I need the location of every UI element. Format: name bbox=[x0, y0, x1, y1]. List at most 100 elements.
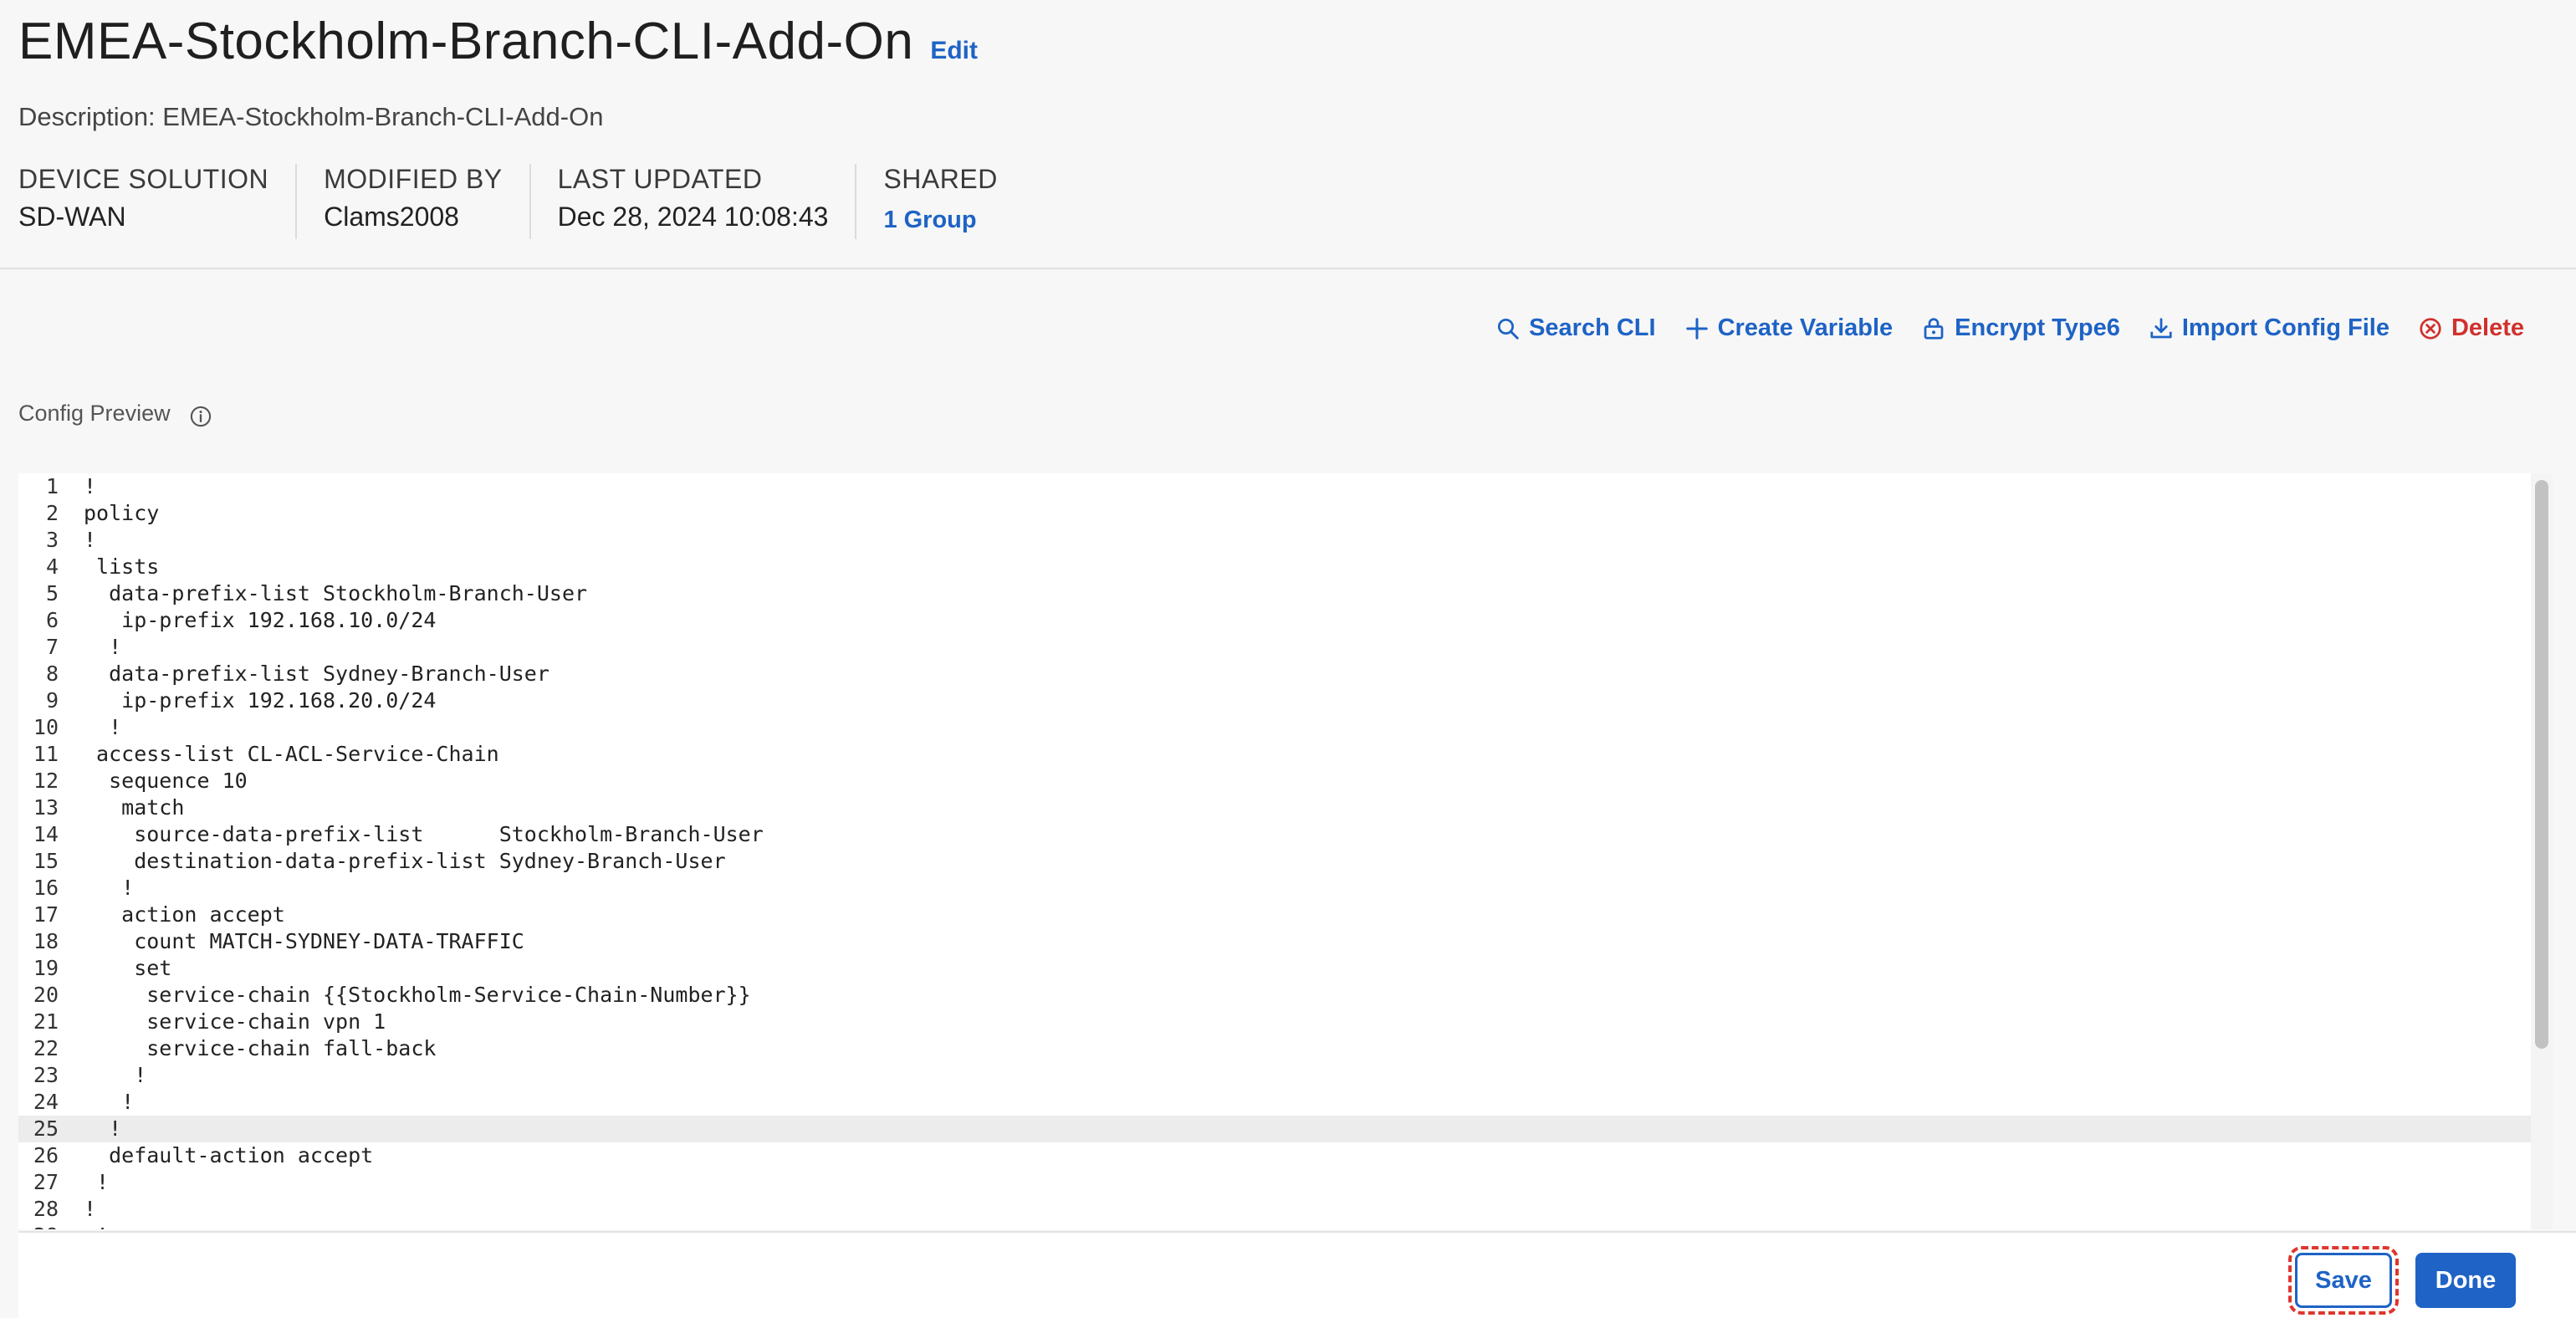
config-preview-heading: Config Preview bbox=[18, 398, 212, 428]
code-line[interactable]: 20 service-chain {{Stockholm-Service-Cha… bbox=[18, 982, 2553, 1009]
code-line[interactable]: 9 ip-prefix 192.168.20.0/24 bbox=[18, 687, 2553, 714]
code-line[interactable]: 21 service-chain vpn 1 bbox=[18, 1009, 2553, 1035]
code-line[interactable]: 15 destination-data-prefix-list Sydney-B… bbox=[18, 848, 2553, 875]
plus-icon bbox=[1685, 317, 1708, 340]
config-preview-label: Config Preview bbox=[18, 400, 171, 426]
code-text: data-prefix-list Stockholm-Branch-User bbox=[84, 581, 588, 605]
create-variable-button[interactable]: Create Variable bbox=[1684, 314, 1893, 342]
meta-last-updated: LAST UPDATED Dec 28, 2024 10:08:43 bbox=[558, 164, 857, 239]
title-row: EMEA-Stockholm-Branch-CLI-Add-On Edit bbox=[18, 12, 978, 71]
line-number: 20 bbox=[33, 983, 59, 1007]
code-text: destination-data-prefix-list Sydney-Bran… bbox=[84, 849, 726, 873]
meta-shared: SHARED 1 Group bbox=[883, 164, 1024, 239]
code-line[interactable]: 1! bbox=[18, 473, 2553, 500]
code-line[interactable]: 12 sequence 10 bbox=[18, 768, 2553, 794]
line-number: 5 bbox=[45, 581, 59, 605]
code-text: ! bbox=[84, 474, 97, 498]
import-config-file-button[interactable]: Import Config File bbox=[2149, 314, 2389, 342]
line-number: 24 bbox=[33, 1090, 59, 1114]
code-text: policy bbox=[84, 501, 160, 525]
done-button[interactable]: Done bbox=[2415, 1253, 2516, 1308]
code-text: access-list CL-ACL-Service-Chain bbox=[84, 742, 499, 766]
code-line[interactable]: 27 ! bbox=[18, 1169, 2553, 1196]
code-text: lists bbox=[84, 554, 160, 579]
line-number: 15 bbox=[33, 849, 59, 873]
meta-row: DEVICE SOLUTION SD-WAN MODIFIED BY Clams… bbox=[18, 164, 1051, 239]
code-line[interactable]: 7 ! bbox=[18, 634, 2553, 661]
edit-link[interactable]: Edit bbox=[930, 37, 978, 65]
search-cli-button[interactable]: Search CLI bbox=[1495, 314, 1656, 342]
code-text: set bbox=[84, 956, 172, 980]
code-text: ! bbox=[84, 715, 122, 739]
code-text: data-prefix-list Sydney-Branch-User bbox=[84, 662, 549, 686]
code-lines: 1! 2 policy 3! 4 lists 5 data-prefix-list Sto… bbox=[18, 473, 2553, 1229]
code-line[interactable]: 23 ! bbox=[18, 1062, 2553, 1089]
download-icon bbox=[2150, 317, 2172, 338]
code-text: count MATCH-SYDNEY-DATA-TRAFFIC bbox=[84, 929, 524, 953]
code-line[interactable]: 13 match bbox=[18, 794, 2553, 821]
code-text: ! bbox=[84, 528, 97, 552]
import-config-label: Import Config File bbox=[2181, 314, 2389, 341]
code-line[interactable]: 11 access-list CL-ACL-Service-Chain bbox=[18, 741, 2553, 768]
code-text: action accept bbox=[84, 902, 285, 927]
encrypt-type6-button[interactable]: Encrypt Type6 bbox=[1921, 314, 2120, 342]
line-number: 19 bbox=[33, 956, 59, 980]
code-text: ! bbox=[79, 1223, 109, 1229]
line-number: 13 bbox=[33, 795, 59, 820]
info-icon[interactable] bbox=[189, 405, 212, 428]
code-line[interactable]: 8 data-prefix-list Sydney-Branch-User bbox=[18, 661, 2553, 687]
code-text: default-action accept bbox=[84, 1143, 374, 1167]
line-number: 28 bbox=[33, 1197, 59, 1221]
footer-bar: Save Done bbox=[18, 1231, 2576, 1318]
code-line[interactable]: 28! bbox=[18, 1196, 2553, 1223]
delete-button[interactable]: Delete bbox=[2418, 314, 2524, 342]
code-text: ip-prefix 192.168.10.0/24 bbox=[84, 608, 437, 632]
code-text: ! bbox=[84, 1063, 147, 1087]
config-preview-editor[interactable]: 1! 2 policy 3! 4 lists 5 data-prefix-list Sto… bbox=[18, 473, 2553, 1229]
meta-value: SD-WAN bbox=[18, 202, 126, 232]
code-text: ! bbox=[84, 1090, 135, 1114]
code-line[interactable]: 29 ! bbox=[18, 1223, 2553, 1229]
save-button[interactable]: Save bbox=[2288, 1246, 2399, 1315]
line-number: 22 bbox=[33, 1036, 59, 1060]
meta-label: SHARED bbox=[883, 164, 998, 194]
line-number: 18 bbox=[33, 929, 59, 953]
code-text: ! bbox=[84, 1116, 122, 1141]
code-text: match bbox=[84, 795, 185, 820]
search-cli-label: Search CLI bbox=[1529, 314, 1656, 341]
shared-groups-link[interactable]: 1 Group bbox=[883, 207, 997, 234]
line-number: 27 bbox=[33, 1170, 59, 1194]
line-number: 9 bbox=[45, 688, 59, 713]
code-line[interactable]: 22 service-chain fall-back bbox=[18, 1035, 2553, 1062]
code-line[interactable]: 6 ip-prefix 192.168.10.0/24 bbox=[18, 607, 2553, 634]
search-icon bbox=[1498, 318, 1519, 340]
code-line[interactable]: 25 ! bbox=[18, 1116, 2553, 1142]
code-text: service-chain fall-back bbox=[84, 1036, 437, 1060]
line-number: 7 bbox=[45, 635, 59, 659]
line-number: 26 bbox=[33, 1143, 59, 1167]
line-number: 17 bbox=[33, 902, 59, 927]
code-line[interactable]: 24 ! bbox=[18, 1089, 2553, 1116]
page-description: Description: EMEA-Stockholm-Branch-CLI-A… bbox=[18, 102, 604, 131]
code-line[interactable]: 17 action accept bbox=[18, 902, 2553, 928]
code-line[interactable]: 2 policy bbox=[18, 500, 2553, 527]
code-line[interactable]: 16 ! bbox=[18, 875, 2553, 902]
code-text: ! bbox=[84, 1197, 97, 1221]
line-number: 16 bbox=[33, 876, 59, 900]
code-line[interactable]: 4 lists bbox=[18, 554, 2553, 580]
code-text: service-chain vpn 1 bbox=[84, 1009, 386, 1034]
line-number: 21 bbox=[33, 1009, 59, 1034]
code-line[interactable]: 14 source-data-prefix-list Stockholm-Bra… bbox=[18, 821, 2553, 848]
code-line[interactable]: 5 data-prefix-list Stockholm-Branch-User bbox=[18, 580, 2553, 607]
editor-scrollbar[interactable] bbox=[2531, 473, 2553, 1229]
code-line[interactable]: 3! bbox=[18, 527, 2553, 554]
code-line[interactable]: 26 default-action accept bbox=[18, 1142, 2553, 1169]
line-number: 10 bbox=[33, 715, 59, 739]
code-line[interactable]: 18 count MATCH-SYDNEY-DATA-TRAFFIC bbox=[18, 928, 2553, 955]
code-line[interactable]: 19 set bbox=[18, 955, 2553, 982]
line-number: 2 bbox=[45, 501, 59, 525]
cli-toolbar: Search CLI Create Variable Encrypt Type6… bbox=[1467, 314, 2524, 342]
code-text: sequence 10 bbox=[84, 769, 248, 793]
editor-scrollbar-thumb[interactable] bbox=[2535, 480, 2548, 1049]
code-line[interactable]: 10 ! bbox=[18, 714, 2553, 741]
